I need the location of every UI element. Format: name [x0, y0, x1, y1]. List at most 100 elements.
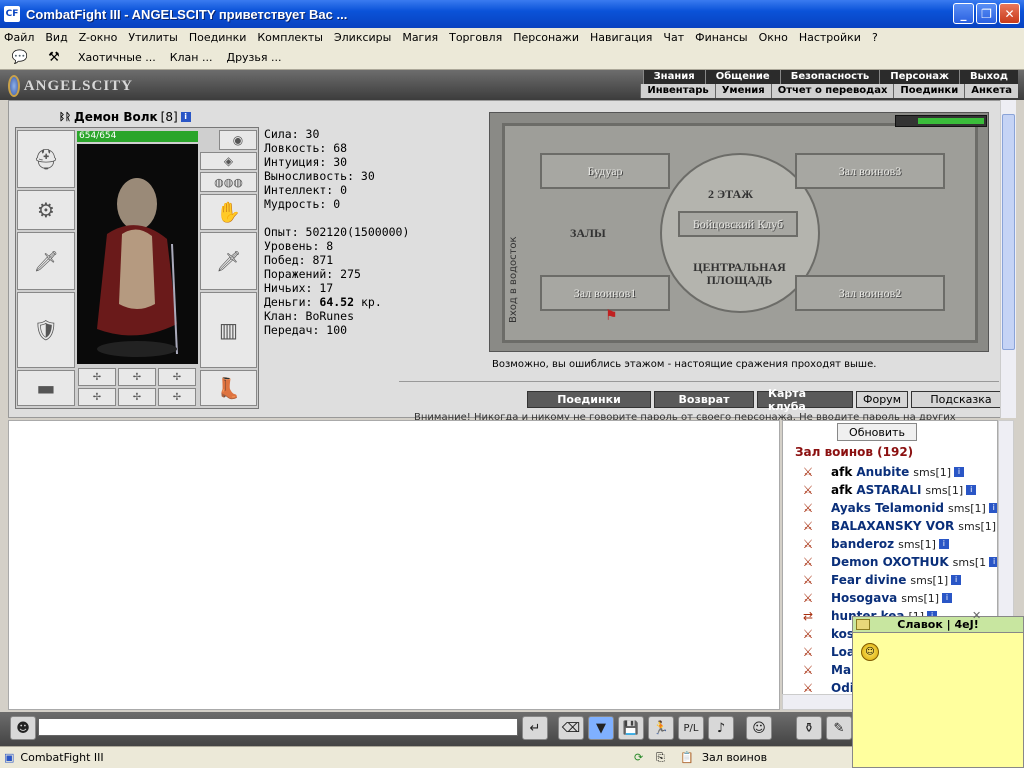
- player-row[interactable]: ⚔ Hosogava sms[1] i: [797, 589, 953, 607]
- menu-characters[interactable]: Персонажи: [513, 31, 579, 44]
- player-row[interactable]: ⚔ Loa: [797, 643, 859, 661]
- chat-bubble-icon[interactable]: 💬: [10, 49, 30, 67]
- empty-slot-icon[interactable]: ✢: [158, 368, 196, 386]
- empty-slot-icon[interactable]: ✢: [78, 368, 116, 386]
- player-row[interactable]: ⚔BALAXANSKY VORsms[1]i: [797, 517, 997, 535]
- player-nick[interactable]: BALAXANSKY VOR: [831, 519, 954, 533]
- player-nick[interactable]: kos: [831, 627, 854, 641]
- toolbar-friends[interactable]: Друзья ...: [226, 51, 281, 64]
- info-icon[interactable]: i: [938, 539, 949, 549]
- window-titlebar[interactable]: CF CombatFight III - ANGELSCITY приветст…: [0, 0, 1024, 28]
- menu-elixirs[interactable]: Эликсиры: [334, 31, 391, 44]
- player-nick[interactable]: Hosogava: [831, 591, 897, 605]
- nav-exit[interactable]: Выход: [958, 70, 1018, 84]
- eraser-icon[interactable]: ⌫: [558, 716, 584, 740]
- hall-warriors1[interactable]: Зал воинов1: [540, 275, 670, 311]
- online-hscrollbar[interactable]: [782, 694, 854, 710]
- player-row[interactable]: ⚔ Ma: [797, 661, 855, 679]
- message-popup[interactable]: Славок | 4eJ! ☺: [852, 616, 1024, 768]
- main-scrollbar[interactable]: [1000, 100, 1016, 418]
- send-icon[interactable]: ↵: [522, 716, 548, 740]
- back-button[interactable]: Возврат: [654, 391, 754, 408]
- nav-knowledge[interactable]: Знания: [642, 70, 705, 84]
- hall-fight-club[interactable]: Бойцовский Клуб: [678, 211, 798, 237]
- sms-link[interactable]: sms[1]: [925, 484, 963, 497]
- menu-sets[interactable]: Комплекты: [257, 31, 323, 44]
- boots-icon[interactable]: 👢: [200, 370, 257, 406]
- bracers-icon[interactable]: ⚙: [17, 190, 75, 230]
- copy-status-icon[interactable]: ⎘: [656, 751, 665, 765]
- speaker-head-icon[interactable]: ☻: [10, 716, 36, 740]
- player-nick[interactable]: Ma: [831, 663, 851, 677]
- helmet-icon[interactable]: ⛑: [17, 130, 75, 188]
- central-square-link[interactable]: ЦЕНТРАЛЬНАЯ ПЛОЩАДЬ: [682, 261, 797, 287]
- empty-slot-icon[interactable]: ✢: [158, 388, 196, 406]
- menu-view[interactable]: Вид: [45, 31, 67, 44]
- player-row[interactable]: ⚔ afk Anubite sms[1] i: [797, 463, 965, 481]
- smiley-icon[interactable]: ☺: [746, 716, 772, 740]
- info-icon[interactable]: i: [951, 575, 962, 585]
- nav-transfer-report[interactable]: Отчет о переводах: [770, 84, 894, 98]
- menu-fights[interactable]: Поединки: [189, 31, 247, 44]
- sms-link[interactable]: sms[1]: [901, 592, 939, 605]
- info-icon[interactable]: i: [966, 485, 977, 495]
- belt-icon[interactable]: ▬: [17, 370, 75, 406]
- menu-chat[interactable]: Чат: [663, 31, 684, 44]
- menu-window[interactable]: Окно: [759, 31, 788, 44]
- menu-navigation[interactable]: Навигация: [590, 31, 652, 44]
- menu-utilities[interactable]: Утилиты: [128, 31, 178, 44]
- filter-icon[interactable]: ▼: [588, 716, 614, 740]
- menu-file[interactable]: Файл: [4, 31, 34, 44]
- sword-left-icon[interactable]: 🗡: [17, 232, 75, 290]
- toolbar-chaotic[interactable]: Хаотичные ...: [78, 51, 156, 64]
- player-row[interactable]: ⚔ kos: [797, 625, 858, 643]
- popup-header[interactable]: Славок | 4eJ!: [853, 617, 1023, 633]
- player-row[interactable]: ⚔ Ayaks Telamonid sms[1] i: [797, 499, 997, 517]
- player-row[interactable]: ⚔ afk ASTARALI sms[1] i: [797, 481, 977, 499]
- player-nick[interactable]: ASTARALI: [856, 483, 921, 497]
- sewer-entrance-link[interactable]: Вход в водосток: [508, 236, 519, 323]
- chat-input[interactable]: [38, 718, 518, 736]
- nav-fights[interactable]: Поединки: [893, 84, 964, 98]
- menu-settings[interactable]: Настройки: [799, 31, 861, 44]
- amulet-icon[interactable]: ◈: [200, 152, 257, 170]
- earrings-icon[interactable]: ◉: [219, 130, 257, 150]
- pen-icon[interactable]: ✎: [826, 716, 852, 740]
- nav-inventory[interactable]: Инвентарь: [640, 84, 714, 98]
- maximize-button[interactable]: ❐: [976, 3, 997, 24]
- club-map-button[interactable]: Карта клуба: [757, 387, 853, 413]
- sms-link[interactable]: sms[1]: [910, 574, 948, 587]
- player-row[interactable]: ⚔ Fear divine sms[1] i: [797, 571, 962, 589]
- chat-messages[interactable]: [8, 420, 780, 710]
- menu-help[interactable]: ?: [872, 31, 878, 44]
- character-portrait[interactable]: [77, 144, 198, 364]
- sms-link[interactable]: sms[1]: [898, 538, 936, 551]
- info-icon[interactable]: i: [180, 112, 191, 122]
- character-name[interactable]: Демон Волк: [74, 110, 158, 124]
- bottle-icon[interactable]: ⚱: [796, 716, 822, 740]
- refresh-button[interactable]: Обновить: [837, 423, 917, 441]
- fights-button[interactable]: Поединки: [527, 391, 651, 408]
- close-button[interactable]: ✕: [999, 3, 1020, 24]
- player-nick[interactable]: Fear divine: [831, 573, 906, 587]
- player-nick[interactable]: Anubite: [856, 465, 909, 479]
- nav-profile[interactable]: Анкета: [964, 84, 1018, 98]
- player-row[interactable]: ⚔ banderoz sms[1] i: [797, 535, 949, 553]
- empty-slot-icon[interactable]: ✢: [78, 388, 116, 406]
- hall-warriors3[interactable]: Зал воинов3: [795, 153, 945, 189]
- scroll-thumb[interactable]: [1002, 114, 1015, 350]
- hall-warriors2[interactable]: Зал воинов2: [795, 275, 945, 311]
- menu-trade[interactable]: Торговля: [449, 31, 502, 44]
- sms-link[interactable]: sms[1: [953, 556, 986, 569]
- rings-icon[interactable]: ◍◍◍: [200, 172, 257, 192]
- refresh-status-icon[interactable]: ⟳: [634, 751, 643, 764]
- save-icon[interactable]: 💾: [618, 716, 644, 740]
- empty-slot-icon[interactable]: ✢: [118, 388, 156, 406]
- clan-icon[interactable]: ᛒᚱ: [59, 112, 71, 123]
- info-icon[interactable]: i: [988, 503, 997, 513]
- sword-right-icon[interactable]: 🗡: [200, 232, 257, 290]
- armor-icon[interactable]: 🛡: [17, 292, 75, 368]
- player-nick[interactable]: banderoz: [831, 537, 894, 551]
- runner-icon[interactable]: 🏃: [648, 716, 674, 740]
- minimize-button[interactable]: _: [953, 3, 974, 24]
